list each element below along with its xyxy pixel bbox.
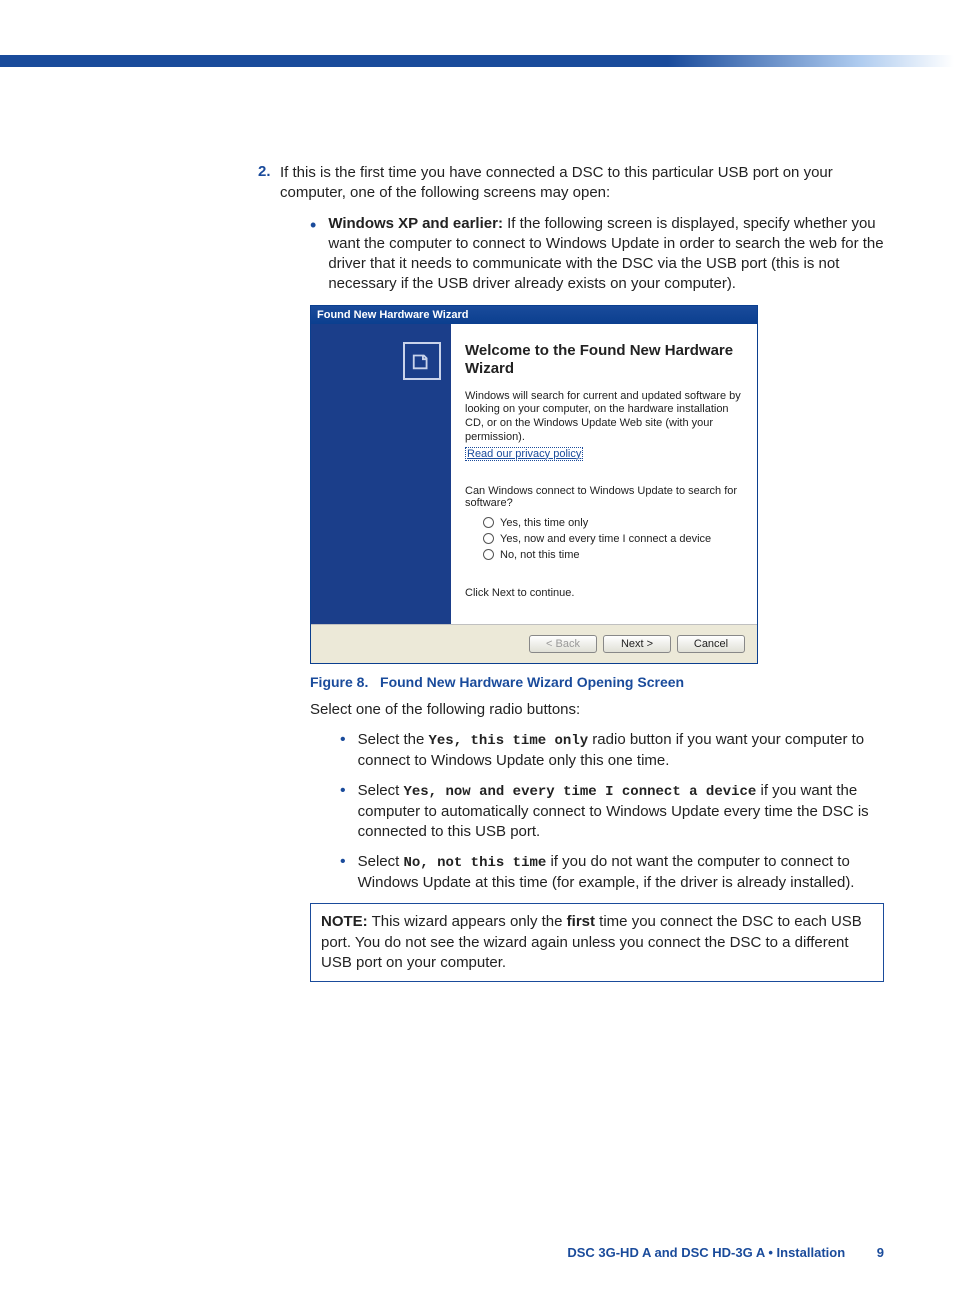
radio-no[interactable]: No, not this time: [483, 549, 743, 561]
note-label: NOTE:: [321, 913, 368, 930]
inner-bullet-2: Select Yes, now and every time I connect…: [340, 781, 884, 842]
radio-label: Yes, now and every time I connect a devi…: [500, 533, 711, 545]
wizard-sidebar: [311, 324, 451, 624]
code: No, not this time: [403, 855, 546, 871]
wizard-footer: < Back Next > Cancel: [311, 624, 757, 663]
step-2: 2. If this is the first time you have co…: [258, 163, 884, 982]
wizard-paragraph: Windows will search for current and upda…: [465, 390, 743, 445]
radio-yes-once[interactable]: Yes, this time only: [483, 517, 743, 529]
step-intro: If this is the first time you have conne…: [280, 163, 884, 204]
wizard-icon: [403, 342, 441, 380]
footer-title: DSC 3G-HD A and DSC HD-3G A • Installati…: [567, 1245, 845, 1260]
back-button: < Back: [529, 635, 597, 653]
figcap-label: Figure 8.: [310, 674, 368, 690]
wizard-content: Welcome to the Found New Hardware Wizard…: [451, 324, 757, 624]
top-accent-bar: [0, 55, 954, 67]
pre: Select the: [358, 731, 429, 748]
footer-page: 9: [877, 1245, 884, 1260]
figure-caption: Figure 8. Found New Hardware Wizard Open…: [310, 674, 884, 690]
radio-label: No, not this time: [500, 549, 579, 561]
step-number: 2.: [258, 163, 280, 180]
wizard-titlebar: Found New Hardware Wizard: [311, 306, 757, 324]
note-pre: This wizard appears only the: [368, 913, 567, 930]
radio-icon: [483, 517, 494, 528]
radio-icon: [483, 549, 494, 560]
code: Yes, now and every time I connect a devi…: [403, 784, 756, 800]
privacy-link[interactable]: Read our privacy policy: [465, 447, 583, 461]
bullet-windows-xp: Windows XP and earlier: If the following…: [310, 214, 884, 295]
pre: Select: [358, 853, 404, 870]
select-intro: Select one of the following radio button…: [310, 700, 884, 720]
wizard-heading: Welcome to the Found New Hardware Wizard: [465, 342, 743, 378]
xp-lead: Windows XP and earlier:: [328, 215, 503, 232]
page-footer: DSC 3G-HD A and DSC HD-3G A • Installati…: [567, 1245, 884, 1260]
wizard-continue: Click Next to continue.: [465, 587, 743, 599]
radio-label: Yes, this time only: [500, 517, 588, 529]
note-bold: first: [567, 913, 595, 930]
wizard-question: Can Windows connect to Windows Update to…: [465, 485, 743, 509]
code: Yes, this time only: [429, 733, 589, 749]
figcap-text: Found New Hardware Wizard Opening Screen: [380, 674, 684, 690]
page-content: 2. If this is the first time you have co…: [258, 163, 884, 982]
pre: Select: [358, 782, 404, 799]
next-button[interactable]: Next >: [603, 635, 671, 653]
radio-yes-always[interactable]: Yes, now and every time I connect a devi…: [483, 533, 743, 545]
cancel-button[interactable]: Cancel: [677, 635, 745, 653]
inner-bullet-3: Select No, not this time if you do not w…: [340, 852, 884, 893]
radio-icon: [483, 533, 494, 544]
wizard-window: Found New Hardware Wizard Welcome to the…: [310, 305, 758, 664]
note-box: NOTE: This wizard appears only the first…: [310, 903, 884, 982]
inner-bullet-1: Select the Yes, this time only radio but…: [340, 730, 884, 771]
